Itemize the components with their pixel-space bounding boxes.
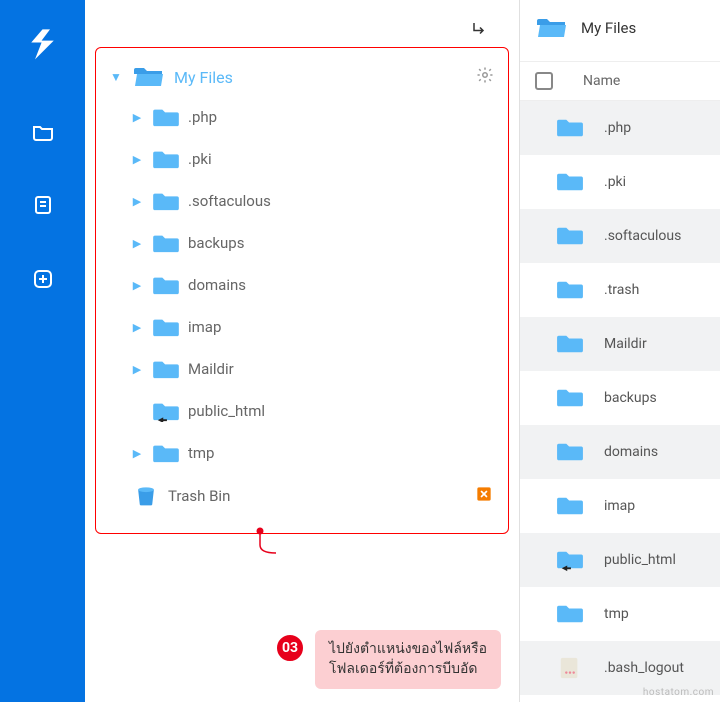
callout-connector xyxy=(256,527,276,557)
file-row-label: backups xyxy=(604,390,657,406)
folder-icon xyxy=(556,116,584,140)
watermark: hostatom.com xyxy=(643,687,714,698)
tree-highlighted-box: ▼ My Files ▶ .php ▶ .pki ▶ .softaculous ▶ backu… xyxy=(95,47,509,534)
folder-icon xyxy=(152,148,180,170)
logo-icon xyxy=(20,20,65,69)
chevron-right-icon[interactable]: ▶ xyxy=(130,279,144,292)
folder-icon xyxy=(556,278,584,302)
folder-icon xyxy=(556,602,584,626)
chevron-right-icon[interactable]: ▶ xyxy=(130,447,144,460)
folder-icon xyxy=(556,548,584,572)
chevron-right-icon[interactable]: ▶ xyxy=(130,153,144,166)
file-row-label: Maildir xyxy=(604,336,647,352)
file-row-label: imap xyxy=(604,498,635,514)
breadcrumb[interactable]: My Files xyxy=(520,15,720,61)
file-row[interactable]: .trash xyxy=(520,263,720,317)
column-header-name[interactable]: Name xyxy=(583,73,620,89)
tree-root-label: My Files xyxy=(174,68,233,87)
file-icon xyxy=(556,656,584,680)
breadcrumb-label: My Files xyxy=(581,19,636,37)
folder-icon xyxy=(556,386,584,410)
empty-trash-icon[interactable] xyxy=(474,484,494,508)
file-row[interactable]: backups xyxy=(520,371,720,425)
folder-icon xyxy=(152,316,180,338)
file-list-panel: My Files Name .php .pki .softaculous .trash… xyxy=(520,0,720,702)
file-row[interactable]: tmp xyxy=(520,587,720,641)
folder-icon xyxy=(556,440,584,464)
folder-icon xyxy=(152,232,180,254)
file-row-label: tmp xyxy=(604,606,629,622)
file-row-label: .trash xyxy=(604,282,639,298)
folder-icon xyxy=(152,106,180,128)
tree-item[interactable]: ▶ Maildir xyxy=(126,348,498,390)
file-row[interactable]: public_html xyxy=(520,533,720,587)
folder-icon xyxy=(556,170,584,194)
tree-panel: ▼ My Files ▶ .php ▶ .pki ▶ .softaculous ▶ backu… xyxy=(85,0,519,702)
file-row[interactable]: imap xyxy=(520,479,720,533)
folder-icon xyxy=(556,494,584,518)
tree-item-label: imap xyxy=(188,318,221,336)
document-nav-icon[interactable] xyxy=(31,193,55,217)
file-row[interactable]: .pki xyxy=(520,155,720,209)
nav-sidebar xyxy=(0,0,85,702)
folder-open-icon xyxy=(535,15,569,41)
file-row-label: public_html xyxy=(604,552,676,568)
folder-icon xyxy=(152,358,180,380)
file-row[interactable]: domains xyxy=(520,425,720,479)
tree-item[interactable]: ▶ tmp xyxy=(126,432,498,474)
file-row[interactable]: Maildir xyxy=(520,317,720,371)
folder-open-icon xyxy=(132,64,166,90)
tree-item-label: public_html xyxy=(188,402,265,420)
files-nav-icon[interactable] xyxy=(31,119,55,143)
tree-item[interactable]: ▶ backups xyxy=(126,222,498,264)
folder-icon xyxy=(556,332,584,356)
folder-icon xyxy=(152,274,180,296)
file-row-label: .softaculous xyxy=(604,228,681,244)
chevron-down-icon[interactable]: ▼ xyxy=(110,70,124,84)
file-row[interactable]: .softaculous xyxy=(520,209,720,263)
select-all-checkbox[interactable] xyxy=(535,72,553,90)
tree-item[interactable]: ▶ .php xyxy=(126,96,498,138)
tree-item-label: backups xyxy=(188,234,244,252)
tree-item-label: domains xyxy=(188,276,246,294)
callout-step-3: 03 ไปยังตำแหน่งของไฟล์หรือ โฟลเดอร์ที่ต้… xyxy=(275,630,501,689)
callout-text: ไปยังตำแหน่งของไฟล์หรือ โฟลเดอร์ที่ต้องก… xyxy=(315,630,501,689)
return-arrow-icon[interactable] xyxy=(471,20,489,42)
tree-item-label: .pki xyxy=(188,150,212,168)
file-row-label: .php xyxy=(604,120,631,136)
folder-icon xyxy=(152,400,180,422)
tree-item-label: Maildir xyxy=(188,360,234,378)
tree-trash-label: Trash Bin xyxy=(168,487,230,505)
chevron-right-icon[interactable]: ▶ xyxy=(130,363,144,376)
tree-item[interactable]: ▶ .pki xyxy=(126,138,498,180)
file-list-header: Name xyxy=(520,61,720,101)
trash-icon xyxy=(132,485,160,507)
chevron-right-icon[interactable]: ▶ xyxy=(130,111,144,124)
folder-icon xyxy=(152,190,180,212)
tree-item[interactable]: ▶ imap xyxy=(126,306,498,348)
add-nav-icon[interactable] xyxy=(31,267,55,291)
tree-item[interactable]: ▶ domains xyxy=(126,264,498,306)
tree-item-label: tmp xyxy=(188,444,214,462)
chevron-right-icon[interactable]: ▶ xyxy=(130,321,144,334)
callout-badge: 03 xyxy=(275,633,305,663)
file-row[interactable]: .php xyxy=(520,101,720,155)
chevron-right-icon[interactable]: ▶ xyxy=(130,195,144,208)
file-row-label: .bash_logout xyxy=(604,660,684,676)
tree-item-label: .softaculous xyxy=(188,192,271,210)
tree-item[interactable]: public_html xyxy=(126,390,498,432)
folder-icon xyxy=(556,224,584,248)
chevron-right-icon[interactable]: ▶ xyxy=(130,237,144,250)
tree-item[interactable]: ▶ .softaculous xyxy=(126,180,498,222)
gear-icon[interactable] xyxy=(476,66,494,88)
file-row-label: domains xyxy=(604,444,658,460)
tree-item-label: .php xyxy=(188,108,217,126)
tree-trash-bin[interactable]: Trash Bin xyxy=(106,474,498,518)
file-row-label: .pki xyxy=(604,174,626,190)
tree-root-my-files[interactable]: ▼ My Files xyxy=(106,58,498,96)
folder-icon xyxy=(152,442,180,464)
